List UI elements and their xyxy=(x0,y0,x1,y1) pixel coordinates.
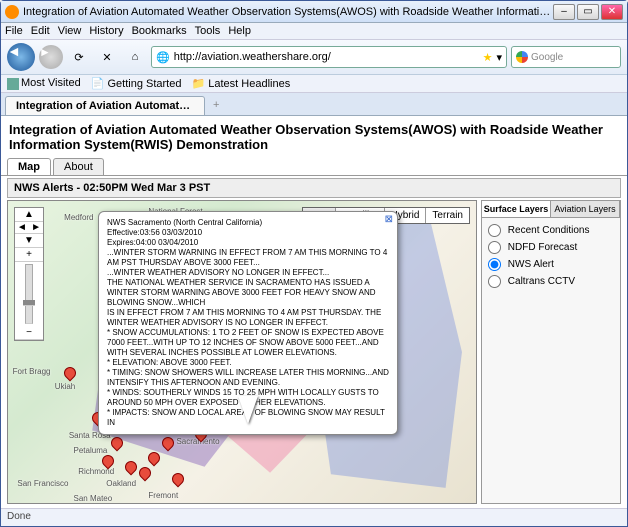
google-icon xyxy=(516,51,528,63)
popup-close-icon[interactable]: ⊠ xyxy=(385,214,393,227)
search-bar[interactable]: Google xyxy=(511,46,621,68)
layers-panel: Surface Layers Aviation Layers Recent Co… xyxy=(481,200,621,504)
minimize-button[interactable]: – xyxy=(553,4,575,20)
window-title: Integration of Aviation Automated Weathe… xyxy=(23,6,553,18)
menu-help[interactable]: Help xyxy=(228,25,251,37)
alerts-header: NWS Alerts - 02:50PM Wed Mar 3 PST xyxy=(7,178,621,198)
city-fremont: Fremont xyxy=(148,491,178,500)
bm-getting-started[interactable]: 📄 Getting Started xyxy=(91,77,182,90)
new-tab-button[interactable]: + xyxy=(205,96,227,115)
stop-button[interactable]: ✕ xyxy=(95,45,119,69)
url-dropdown-icon[interactable]: ▾ xyxy=(496,51,502,64)
site-icon: 🌐 xyxy=(156,51,170,64)
zoom-in-button[interactable]: + xyxy=(15,248,43,262)
menu-history[interactable]: History xyxy=(89,25,123,37)
tab-about[interactable]: About xyxy=(53,158,104,175)
menu-tools[interactable]: Tools xyxy=(195,25,221,37)
menu-bookmarks[interactable]: Bookmarks xyxy=(132,25,187,37)
popup-line: * TIMING: SNOW SHOWERS WILL INCREASE LAT… xyxy=(107,368,389,388)
nav-toolbar: ◄ ► ⟳ ✕ ⌂ 🌐 ★ ▾ Google xyxy=(1,40,627,75)
pan-left-icon[interactable]: ◄ xyxy=(17,222,27,233)
layer-nws-alert[interactable]: NWS Alert xyxy=(488,258,614,271)
popup-line: Expires:04:00 03/04/2010 xyxy=(107,238,389,248)
url-input[interactable] xyxy=(174,51,479,63)
zoom-slider[interactable] xyxy=(25,264,33,324)
pan-right-icon[interactable]: ► xyxy=(31,222,41,233)
popup-line: NWS Sacramento (North Central California… xyxy=(107,218,389,228)
city-petaluma: Petaluma xyxy=(74,446,108,455)
menu-file[interactable]: File xyxy=(5,25,23,37)
browser-tab[interactable]: Integration of Aviation Automated ... xyxy=(5,96,205,115)
maptype-terrain[interactable]: Terrain xyxy=(425,208,469,223)
city-ukiah: Ukiah xyxy=(55,382,75,391)
pan-up-icon[interactable]: ▲ xyxy=(15,208,43,222)
map-pan-zoom[interactable]: ▲ ◄ ► ▼ + − xyxy=(14,207,44,341)
back-button[interactable]: ◄ xyxy=(7,43,35,71)
firefox-icon xyxy=(5,5,19,19)
popup-line: ...WINTER WEATHER ADVISORY NO LONGER IN … xyxy=(107,268,389,278)
pan-down-icon[interactable]: ▼ xyxy=(15,234,43,248)
close-button[interactable]: ✕ xyxy=(601,4,623,20)
popup-line: IS IN EFFECT FROM 7 AM THIS MORNING TO 4… xyxy=(107,308,389,328)
popup-line: Effective:03:56 03/03/2010 xyxy=(107,228,389,238)
city-medford: Medford xyxy=(64,213,93,222)
popup-line: * SNOW ACCUMULATIONS: 1 TO 2 FEET OF SNO… xyxy=(107,328,389,358)
layer-caltrans-cctv[interactable]: Caltrans CCTV xyxy=(488,275,614,288)
city-sf: San Francisco xyxy=(17,479,68,488)
popup-line: THE NATIONAL WEATHER SERVICE IN SACRAMEN… xyxy=(107,278,389,308)
bookmarks-toolbar: Most Visited 📄 Getting Started 📁 Latest … xyxy=(1,75,627,93)
url-bar[interactable]: 🌐 ★ ▾ xyxy=(151,46,507,68)
menu-view[interactable]: View xyxy=(58,25,82,37)
city-fortbragg: Fort Bragg xyxy=(13,367,51,376)
bm-most-visited[interactable]: Most Visited xyxy=(7,77,81,89)
page-title: Integration of Aviation Automated Weathe… xyxy=(1,116,627,158)
tab-aviation-layers[interactable]: Aviation Layers xyxy=(551,201,620,217)
city-oakland: Oakland xyxy=(106,479,136,488)
tab-surface-layers[interactable]: Surface Layers xyxy=(482,201,551,217)
tab-map[interactable]: Map xyxy=(7,158,51,175)
reload-button[interactable]: ⟳ xyxy=(67,45,91,69)
maximize-button[interactable]: ▭ xyxy=(577,4,599,20)
search-placeholder: Google xyxy=(531,52,563,63)
city-sanmateo: San Mateo xyxy=(74,494,113,503)
popup-line: ...WINTER STORM WARNING IN EFFECT FROM 7… xyxy=(107,248,389,268)
menu-bar: File Edit View History Bookmarks Tools H… xyxy=(1,23,627,40)
zoom-out-button[interactable]: − xyxy=(15,326,43,340)
window-titlebar: Integration of Aviation Automated Weathe… xyxy=(1,1,627,23)
menu-edit[interactable]: Edit xyxy=(31,25,50,37)
layer-ndfd-forecast[interactable]: NDFD Forecast xyxy=(488,241,614,254)
status-bar: Done xyxy=(1,508,627,526)
popup-tail xyxy=(238,396,258,424)
forward-button[interactable]: ► xyxy=(39,45,63,69)
status-text: Done xyxy=(7,511,31,522)
bookmark-star-icon[interactable]: ★ xyxy=(483,51,493,64)
bm-latest-headlines[interactable]: 📁 Latest Headlines xyxy=(191,77,290,90)
tab-strip: Integration of Aviation Automated ... + xyxy=(1,93,627,116)
layer-recent-conditions[interactable]: Recent Conditions xyxy=(488,224,614,237)
home-button[interactable]: ⌂ xyxy=(123,45,147,69)
popup-line: * ELEVATION: ABOVE 3000 FEET. xyxy=(107,358,389,368)
map-canvas[interactable]: Medford National Forest Redding Fort Bra… xyxy=(7,200,477,504)
